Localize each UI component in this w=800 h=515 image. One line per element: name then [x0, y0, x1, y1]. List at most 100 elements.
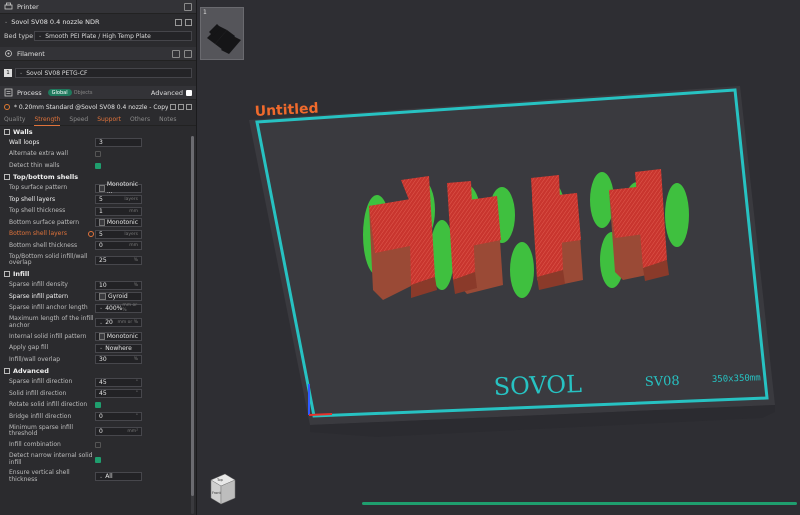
bridge-dir-input[interactable]: 0 ° [95, 412, 142, 422]
anchor-length-unit: mm or % [122, 303, 138, 314]
bed-type-value: Smooth PEI Plate / High Temp Plate [45, 32, 151, 40]
narrow-solid-checkbox[interactable] [95, 456, 101, 463]
infill-density-value: 10 [99, 281, 107, 289]
build-plate-scene[interactable]: Untitled SOVOL SV08 350x350mm [197, 0, 800, 515]
navigation-cube[interactable]: Top Front [207, 470, 237, 510]
filament-name: Sovol SV08 PETG-CF [26, 69, 88, 77]
tb-overlap-label: Top/Bottom solid infill/wall overlap [9, 252, 88, 266]
plate-thumbnail[interactable]: 1 [200, 7, 244, 60]
reset-icon[interactable] [4, 104, 10, 110]
min-sparse-value: 0 [99, 427, 103, 435]
wall-loops-input[interactable]: 3 [95, 138, 142, 148]
gap-fill-label: Apply gap fill [9, 344, 49, 352]
bottom-layers-value: 5 [99, 230, 103, 238]
printer-settings-icon[interactable] [184, 2, 192, 11]
infill-combination-option: Infill combination [0, 440, 196, 452]
chevron-down-icon: ⌄ [99, 473, 104, 480]
tab-quality[interactable]: Quality [4, 114, 25, 126]
filament-section-header: Filament [0, 47, 196, 61]
rotate-solid-checkbox[interactable] [95, 402, 101, 409]
global-toggle[interactable]: Global [47, 89, 72, 96]
shells-icon [4, 174, 10, 180]
advanced-group-label: Advanced [13, 367, 49, 375]
printer-selector[interactable]: ⌄ Sovol SV08 0.4 nozzle NDR [0, 15, 196, 29]
infill-combination-label: Infill combination [9, 441, 61, 449]
edit-preset-icon[interactable] [186, 104, 192, 110]
walls-group-header: Walls [0, 126, 196, 137]
top-layers-input[interactable]: 5 layers [95, 195, 142, 205]
cube-front-label: Front [212, 491, 221, 495]
compare-icon[interactable] [178, 104, 184, 110]
alt-extra-wall-checkbox[interactable] [95, 151, 101, 158]
bed-type-label: Bed type [4, 32, 34, 40]
tab-notes[interactable]: Notes [159, 114, 176, 126]
tab-speed[interactable]: Speed [69, 114, 88, 126]
infill-density-label: Sparse infill density [9, 281, 68, 289]
printer-header-label: Printer [17, 2, 39, 11]
solid-dir-unit: ° [135, 391, 138, 397]
tb-overlap-input[interactable]: 25% [95, 255, 142, 265]
infill-combination-checkbox[interactable] [95, 442, 101, 449]
pattern-icon [99, 184, 105, 192]
anchor-max-input[interactable]: ⌄ 20 mm or % [95, 318, 142, 327]
process-preset-row[interactable]: * 0.20mm Standard @Sovol SV08 0.4 nozzle… [0, 100, 196, 114]
add-filament-icon[interactable] [172, 49, 180, 58]
bridge-dir-label: Bridge infill direction [9, 412, 72, 420]
min-sparse-option: Minimum sparse infill threshold 0 mm² [0, 423, 196, 440]
process-section-header: Process Global Objects Advanced [0, 86, 196, 100]
top-layers-unit: layers [124, 197, 138, 203]
sidebar-scrollbar-thumb[interactable] [191, 136, 194, 496]
bottom-pattern-dropdown[interactable]: Monotonic [95, 218, 142, 228]
bottom-layers-label: Bottom shell layers [9, 230, 67, 238]
bottom-layers-input[interactable]: 5 layers [95, 229, 142, 239]
tab-others[interactable]: Others [130, 114, 150, 126]
3d-viewport[interactable]: Untitled SOVOL SV08 350x350mm 1 Top Fron… [197, 0, 800, 515]
filament-dropdown[interactable]: ⌄ Sovol SV08 PETG-CF [15, 68, 192, 78]
narrow-solid-label: Detect narrow internal solid infill [9, 452, 93, 466]
edit-printer-icon[interactable] [175, 18, 182, 26]
solid-dir-value: 45 [99, 390, 107, 398]
top-pattern-dropdown[interactable]: Monotonic ... [95, 181, 142, 195]
settings-list: Walls Wall loops 3 Alternate extra wall … [0, 126, 196, 485]
detect-thin-walls-checkbox[interactable] [95, 162, 101, 169]
plate-name-label[interactable]: Untitled [254, 101, 319, 120]
layer-slider[interactable] [362, 502, 797, 505]
chevron-down-icon: ⌄ [4, 19, 9, 25]
sparse-dir-value: 45 [99, 378, 107, 386]
chevron-down-icon: ⌄ [99, 319, 104, 326]
gap-fill-dropdown[interactable]: ⌄ Nowhere [95, 343, 142, 353]
top-thickness-input[interactable]: 1 mm [95, 206, 142, 216]
internal-pattern-dropdown[interactable]: Monotonic [95, 332, 142, 342]
wifi-icon[interactable] [185, 18, 192, 26]
internal-pattern-option: Internal solid infill pattern Monotonic [0, 331, 196, 343]
bridge-dir-value: 0 [99, 413, 103, 421]
walls-icon [4, 128, 10, 135]
infill-group-header: Infill [0, 269, 196, 280]
infill-pattern-dropdown[interactable]: Gyroid [95, 292, 142, 302]
tab-strength[interactable]: Strength [34, 114, 61, 126]
infill-overlap-input[interactable]: 30% [95, 355, 142, 365]
anchor-length-input[interactable]: ⌄ 400% mm or % [95, 303, 142, 314]
bed-type-dropdown[interactable]: ⌄ Smooth PEI Plate / High Temp Plate [34, 31, 192, 41]
advanced-toggle[interactable] [186, 89, 192, 96]
solid-dir-input[interactable]: 45 ° [95, 389, 142, 399]
detect-thin-walls-label: Detect thin walls [9, 161, 60, 169]
sparse-dir-input[interactable]: 45 ° [95, 377, 142, 387]
save-preset-icon[interactable] [170, 104, 176, 110]
printer-name: Sovol SV08 0.4 nozzle NDR [11, 18, 100, 26]
objects-toggle[interactable]: Objects [74, 90, 93, 96]
tab-support[interactable]: Support [97, 114, 121, 126]
top-thickness-value: 1 [99, 207, 103, 215]
top-thickness-unit: mm [129, 208, 138, 214]
bottom-thickness-input[interactable]: 0 mm [95, 241, 142, 251]
vertical-shell-dropdown[interactable]: ⌄ All [95, 472, 142, 481]
rotate-solid-option: Rotate solid infill direction [0, 400, 196, 412]
wall-loops-option: Wall loops 3 [0, 137, 196, 149]
min-sparse-input[interactable]: 0 mm² [95, 426, 142, 436]
bottom-pattern-option: Bottom surface pattern Monotonic [0, 217, 196, 229]
infill-overlap-value: 30 [99, 356, 107, 364]
bottom-thickness-option: Bottom shell thickness 0 mm [0, 240, 196, 252]
infill-density-input[interactable]: 10% [95, 280, 142, 290]
filament-settings-icon[interactable] [184, 49, 192, 58]
advanced-group-header: Advanced [0, 366, 196, 377]
